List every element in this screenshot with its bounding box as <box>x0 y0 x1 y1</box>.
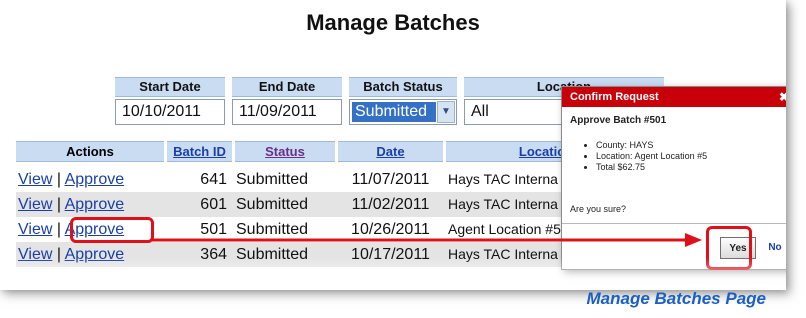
location-cell: Hays TAC Interna <box>448 171 558 187</box>
yes-button-highlight <box>706 226 752 270</box>
action-separator: | <box>56 196 61 213</box>
approve-link[interactable]: Approve <box>65 246 125 263</box>
filter-header-batch-status: Batch Status <box>349 77 457 97</box>
column-header-actions: Actions <box>16 141 164 162</box>
row-actions: View | Approve <box>18 167 164 192</box>
view-link[interactable]: View <box>18 221 52 238</box>
page-title: Manage Batches <box>306 10 480 35</box>
batch-id-cell: 641 <box>200 171 227 188</box>
approve-link[interactable]: Approve <box>65 196 125 213</box>
view-link[interactable]: View <box>18 196 52 213</box>
no-button[interactable]: No <box>764 237 786 259</box>
table-row: View | Approve 641 Submitted 11/07/2011 … <box>16 167 576 192</box>
end-date-input[interactable]: 11/09/2011 <box>232 99 342 125</box>
detail-location: Location: Agent Location #5 <box>596 151 707 162</box>
confirm-question: Are you sure? <box>570 204 627 214</box>
date-cell: 11/07/2011 <box>351 171 430 188</box>
batch-id-cell: 601 <box>200 196 227 213</box>
dialog-heading: Approve Batch #501 <box>570 115 667 126</box>
dialog-title: Confirm Request <box>570 91 659 103</box>
view-link[interactable]: View <box>18 171 52 188</box>
batch-status-value: Submitted <box>352 102 436 122</box>
view-link[interactable]: View <box>18 246 52 263</box>
batch-status-select[interactable]: Submitted ▼ <box>349 99 457 125</box>
column-header-date[interactable]: Date <box>338 141 443 162</box>
dialog-divider <box>562 223 786 224</box>
approve-link-highlight <box>70 217 154 243</box>
action-separator: | <box>56 171 61 188</box>
status-cell: Submitted <box>236 196 309 213</box>
location-cell: Hays TAC Interna <box>448 196 558 212</box>
row-actions: View | Approve <box>18 242 164 267</box>
approve-link[interactable]: Approve <box>65 171 125 188</box>
filter-header-start-date: Start Date <box>115 77 225 97</box>
batch-details-list: County: HAYS Location: Agent Location #5… <box>570 140 707 173</box>
close-icon[interactable]: ✖ <box>779 87 786 107</box>
filter-header-end-date: End Date <box>232 77 342 97</box>
dialog-body: Approve Batch #501 County: HAYS Location… <box>570 115 707 173</box>
date-cell: 11/02/2011 <box>351 196 430 213</box>
column-header-batch-id[interactable]: Batch ID <box>167 141 232 162</box>
annotation-arrow <box>152 233 702 247</box>
detail-county: County: HAYS <box>596 140 707 151</box>
chevron-down-icon[interactable]: ▼ <box>437 101 455 123</box>
table-row: View | Approve 601 Submitted 11/02/2011 … <box>16 192 576 217</box>
column-header-status[interactable]: Status <box>235 141 335 162</box>
detail-total: Total $62.75 <box>596 162 707 173</box>
status-cell: Submitted <box>236 171 309 188</box>
action-separator: | <box>56 221 61 238</box>
caption: Manage Batches Page <box>586 289 766 308</box>
row-actions: View | Approve <box>18 192 164 217</box>
dialog-header: Confirm Request ✖ <box>562 87 786 107</box>
action-separator: | <box>56 246 61 263</box>
start-date-input[interactable]: 10/10/2011 <box>115 99 225 125</box>
